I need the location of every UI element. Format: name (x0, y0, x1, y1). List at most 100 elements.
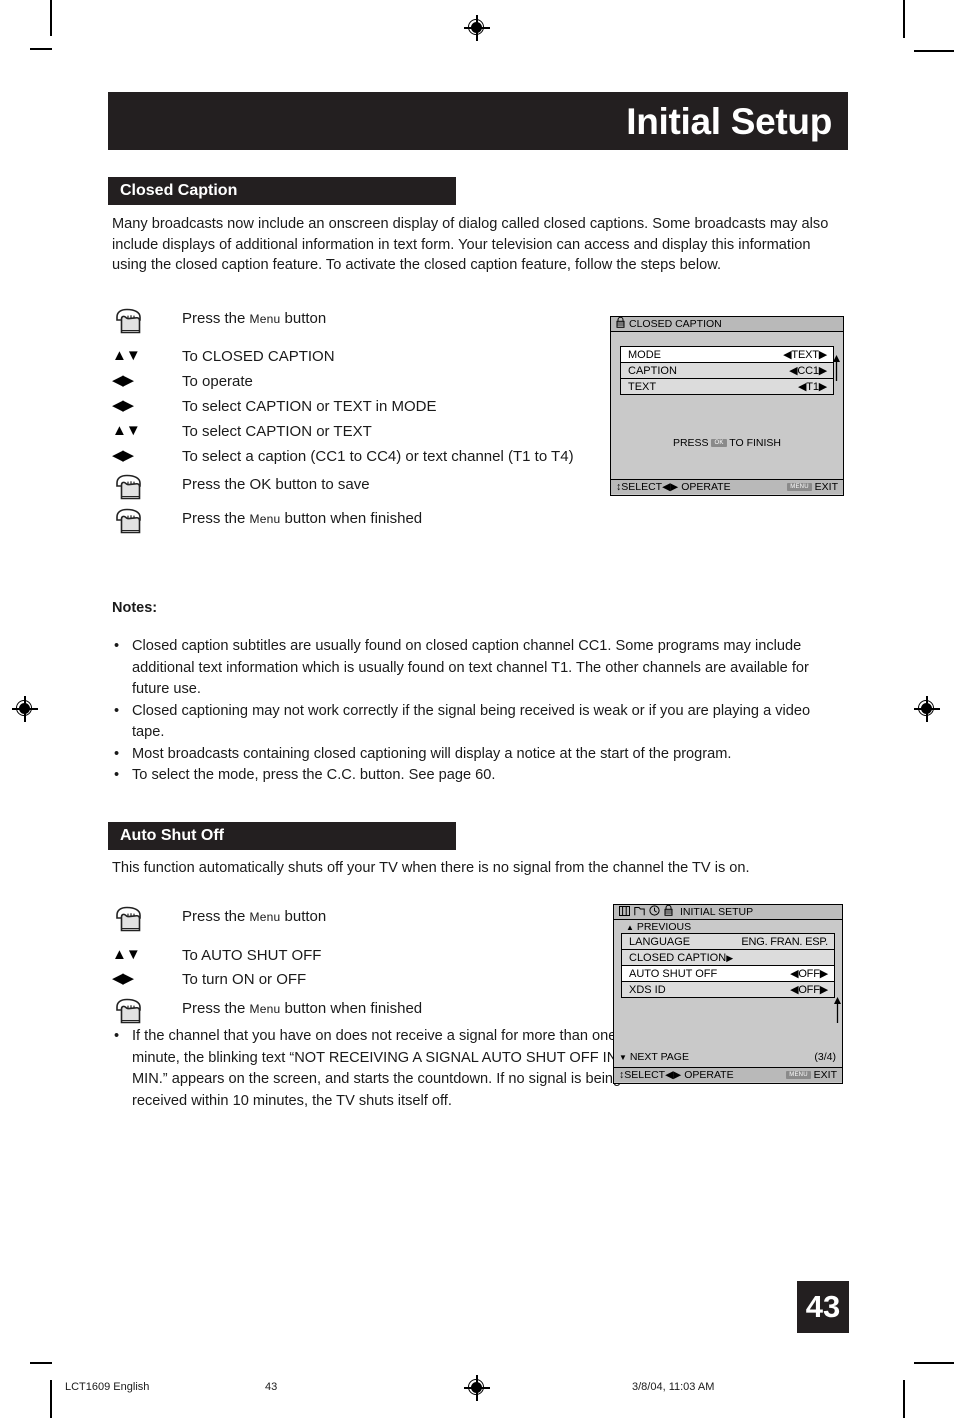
osd-row-label: XDS ID (629, 983, 666, 996)
auto-shut-off-steps: Press the Menu button ▲▼ To AUTO SHUT OF… (104, 906, 584, 1028)
section-header-closed-caption-label: Closed Caption (120, 182, 238, 199)
crop-mark-bottom-left-vertical (50, 1380, 52, 1418)
osd-finish-hint: PRESS OK TO FINISH (672, 437, 782, 449)
crop-mark-top-right-vertical (903, 0, 905, 38)
auto-shut-off-intro: This function automatically shuts off yo… (112, 860, 750, 876)
osd-row-label: MODE (628, 348, 661, 361)
osd-row-caption[interactable]: CAPTION ◀CC1▶ (620, 362, 834, 379)
osd-row-language[interactable]: LANGUAGE ENG. FRAN. ESP. (621, 933, 835, 950)
osd-next-page-hint[interactable]: ▼ NEXT PAGE (3/4) (614, 1051, 842, 1063)
footer-page-number: 43 (265, 1381, 278, 1393)
arrow-glyph: ◀▶ (112, 447, 134, 464)
osd-row-value: ◀OFF▶ (790, 984, 828, 996)
up-triangle-icon: ▲ (626, 923, 634, 932)
step-row: ◀▶ To operate (104, 371, 584, 392)
up-down-arrows-icon: ▲▼ (104, 421, 182, 441)
step-row: Press the Menu button (104, 308, 584, 338)
osd-row-value: ENG. FRAN. ESP. (741, 935, 828, 948)
osd-initial-setup: INITIAL SETUP ▲ PREVIOUS LANGUAGE ENG. F… (613, 904, 843, 1084)
osd-title-bar: INITIAL SETUP (614, 904, 842, 920)
osd-row-value: ◀T1▶ (798, 381, 827, 393)
osd-body: ▲ PREVIOUS LANGUAGE ENG. FRAN. ESP. CLOS… (614, 920, 842, 1067)
closed-caption-intro: Many broadcasts now include an onscreen … (112, 216, 829, 274)
down-triangle-icon: ▼ (619, 1053, 627, 1062)
list-item-text: Closed captioning may not work correctly… (132, 702, 811, 741)
step-row: ▲▼ To select CAPTION or TEXT (104, 421, 584, 442)
osd-row-auto-shut-off[interactable]: AUTO SHUT OFF ◀OFF▶ (621, 965, 835, 982)
left-right-arrows-icon: ◀▶ (104, 371, 182, 391)
crop-mark-bottom-right-horizontal (914, 1362, 954, 1364)
page-indicator: (3/4) (814, 1051, 836, 1063)
osd-row-text[interactable]: TEXT ◀T1▶ (620, 378, 834, 395)
operate-arrows-icon: ◀▶ (662, 481, 679, 493)
osd-footer-hints: ↕SELECT◀▶ OPERATE (616, 481, 731, 493)
step-row: Press the Menu button (104, 906, 584, 936)
step-row: ◀▶ To select a caption (CC1 to CC4) or t… (104, 446, 584, 467)
osd-scroll-cursor-icon (832, 354, 841, 381)
hand-press-icon (104, 474, 182, 504)
hand-press-icon (104, 906, 182, 936)
page-number-badge: 43 (797, 1281, 849, 1333)
step-row: ◀▶ To select CAPTION or TEXT in MODE (104, 396, 584, 417)
step-row: Press the Menu button when finished (104, 998, 584, 1028)
step-label: To operate (182, 373, 253, 390)
osd-row-value: ◀OFF▶ (790, 968, 828, 980)
bullet-icon: • (114, 767, 120, 783)
osd-body: MODE ◀TEXT▶ CAPTION ◀CC1▶ TEXT ◀T1▶ PRES… (611, 332, 843, 479)
step-row: Press the OK button to save (104, 474, 584, 504)
footer-doc-id: LCT1609 English (65, 1381, 150, 1393)
osd-footer-hints: ↕SELECT◀▶ OPERATE (619, 1069, 734, 1081)
step-row: ▲▼ To CLOSED CAPTION (104, 346, 584, 367)
osd-previous-hint[interactable]: ▲ PREVIOUS (621, 920, 835, 934)
picture-icon (619, 905, 630, 919)
osd-row-label: CLOSED CAPTION▶ (629, 951, 734, 964)
arrow-glyph: ▲▼ (112, 422, 141, 439)
osd-footer-bar: ↕SELECT◀▶ OPERATE MENU EXIT (614, 1067, 842, 1082)
crop-mark-bottom-left-horizontal (30, 1362, 52, 1364)
page-title: Initial Setup (626, 100, 832, 142)
section-header-auto-shut-off: Auto Shut Off (108, 822, 456, 850)
osd-row-label: TEXT (628, 380, 657, 393)
arrow-glyph: ▲▼ (112, 347, 141, 364)
registration-mark-top (464, 15, 490, 41)
notes-heading: Notes: (112, 600, 158, 616)
folder-icon (634, 906, 645, 919)
list-item: • To select the mode, press the C.C. but… (112, 765, 846, 787)
left-right-arrows-icon: ◀▶ (104, 446, 182, 466)
step-label: To select a caption (CC1 to CC4) or text… (182, 448, 574, 465)
arrow-glyph: ◀▶ (112, 970, 134, 987)
osd-row-label: CAPTION (628, 364, 677, 377)
registration-mark-left (12, 696, 38, 722)
list-item: • If the channel that you have on does n… (112, 1026, 652, 1112)
auto-shut-off-note-list: • If the channel that you have on does n… (112, 1026, 652, 1112)
step-label: Press the Menu button when finished (182, 1000, 423, 1017)
osd-title-label: INITIAL SETUP (680, 906, 754, 918)
step-label: To turn ON or OFF (182, 971, 307, 988)
osd-row-closed-caption[interactable]: CLOSED CAPTION▶ (621, 949, 835, 966)
left-right-arrows-icon: ◀▶ (104, 969, 182, 989)
osd-footer-exit: MENU EXIT (787, 481, 838, 493)
operate-arrows-icon: ◀▶ (665, 1069, 682, 1081)
bullet-icon: • (114, 638, 120, 654)
list-item-text: Closed caption subtitles are usually fou… (132, 638, 809, 697)
osd-row-xds-id[interactable]: XDS ID ◀OFF▶ (621, 981, 835, 998)
arrow-glyph: ◀▶ (112, 372, 134, 389)
bullet-icon: • (114, 1028, 120, 1044)
osd-footer-bar: ↕SELECT◀▶ OPERATE MENU EXIT (611, 479, 843, 494)
osd-footer-exit: MENU EXIT (786, 1069, 837, 1081)
footer-timestamp: 3/8/04, 11:03 AM (632, 1381, 715, 1393)
list-item-text: Most broadcasts containing closed captio… (132, 745, 732, 762)
notes-list: • Closed caption subtitles are usually f… (112, 636, 846, 787)
bullet-icon: • (114, 702, 120, 719)
up-down-arrows-icon: ▲▼ (104, 346, 182, 366)
padlock-icon (664, 904, 673, 919)
hand-press-icon (104, 508, 182, 538)
list-item-text: To select the mode, press the C.C. butto… (132, 767, 496, 783)
step-row: ◀▶ To turn ON or OFF (104, 969, 584, 990)
next-page-label: ▼ NEXT PAGE (619, 1051, 689, 1063)
arrow-glyph: ◀▶ (112, 397, 134, 414)
arrow-glyph: ▲▼ (112, 946, 141, 963)
registration-mark-bottom (464, 1375, 490, 1401)
list-item: • Closed caption subtitles are usually f… (112, 636, 846, 701)
osd-row-mode[interactable]: MODE ◀TEXT▶ (620, 346, 834, 363)
